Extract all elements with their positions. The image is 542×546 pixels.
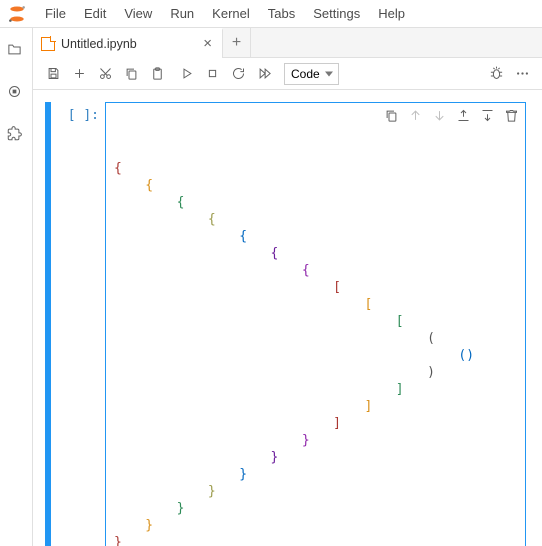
notebook-toolbar: Code (33, 58, 542, 90)
code-line: ] (114, 415, 517, 432)
code-line: } (114, 500, 517, 517)
code-line: } (114, 517, 517, 534)
menu-view[interactable]: View (115, 0, 161, 28)
code-line: } (114, 432, 517, 449)
notebook-body: [ ]: { { { { { { { [ [ (33, 90, 542, 546)
cell-prompt: [ ]: (57, 102, 105, 546)
code-line: } (114, 449, 517, 466)
running-icon[interactable] (7, 84, 25, 102)
code-line: { (114, 194, 517, 211)
code-line: } (114, 466, 517, 483)
code-line: { (114, 211, 517, 228)
debugger-button[interactable] (484, 62, 508, 86)
code-line: { (114, 177, 517, 194)
code-line: { (114, 160, 517, 177)
cell-active-marker (45, 102, 51, 546)
restart-run-all-button[interactable] (252, 62, 276, 86)
run-button[interactable] (174, 62, 198, 86)
code-line: { (114, 245, 517, 262)
menu-edit[interactable]: Edit (75, 0, 115, 28)
save-button[interactable] (41, 62, 65, 86)
code-line: { (114, 228, 517, 245)
tab-notebook[interactable]: Untitled.ipynb × (33, 28, 223, 58)
code-line: } (114, 483, 517, 500)
duplicate-cell-icon[interactable] (383, 107, 399, 123)
restart-button[interactable] (226, 62, 250, 86)
copy-button[interactable] (119, 62, 143, 86)
cell-toolbar (383, 107, 519, 123)
tab-bar: Untitled.ipynb × + (33, 28, 542, 58)
menu-tabs[interactable]: Tabs (259, 0, 304, 28)
close-icon[interactable]: × (199, 35, 216, 52)
insert-cell-button[interactable] (67, 62, 91, 86)
code-line: ) (114, 364, 517, 381)
left-sidebar (0, 28, 33, 546)
code-line: [ (114, 296, 517, 313)
code-line: [ (114, 313, 517, 330)
code-line: ] (114, 398, 517, 415)
extensions-icon[interactable] (7, 126, 25, 144)
code-line: { (114, 262, 517, 279)
code-line: } (114, 534, 517, 546)
interrupt-button[interactable] (200, 62, 224, 86)
notebook-icon (41, 37, 55, 51)
code-line: ( (114, 330, 517, 347)
jupyter-logo[interactable] (6, 3, 28, 25)
menu-settings[interactable]: Settings (304, 0, 369, 28)
insert-below-icon[interactable] (479, 107, 495, 123)
code-line: () (114, 347, 517, 364)
menu-help[interactable]: Help (369, 0, 414, 28)
menu-kernel[interactable]: Kernel (203, 0, 259, 28)
more-button[interactable] (510, 62, 534, 86)
code-line: ] (114, 381, 517, 398)
code-cell[interactable]: [ ]: { { { { { { { [ [ (45, 102, 526, 546)
tab-title: Untitled.ipynb (61, 37, 137, 51)
celltype-select[interactable]: Code (278, 63, 339, 85)
menu-file[interactable]: File (36, 0, 75, 28)
folder-icon[interactable] (7, 42, 25, 60)
menubar: File Edit View Run Kernel Tabs Settings … (0, 0, 542, 28)
delete-cell-icon[interactable] (503, 107, 519, 123)
menu-run[interactable]: Run (161, 0, 203, 28)
paste-button[interactable] (145, 62, 169, 86)
code-line: [ (114, 279, 517, 296)
move-up-icon (407, 107, 423, 123)
add-tab-button[interactable]: + (223, 28, 251, 58)
move-down-icon (431, 107, 447, 123)
insert-above-icon[interactable] (455, 107, 471, 123)
code-editor[interactable]: { { { { { { { [ [ [ (105, 102, 526, 546)
cut-button[interactable] (93, 62, 117, 86)
